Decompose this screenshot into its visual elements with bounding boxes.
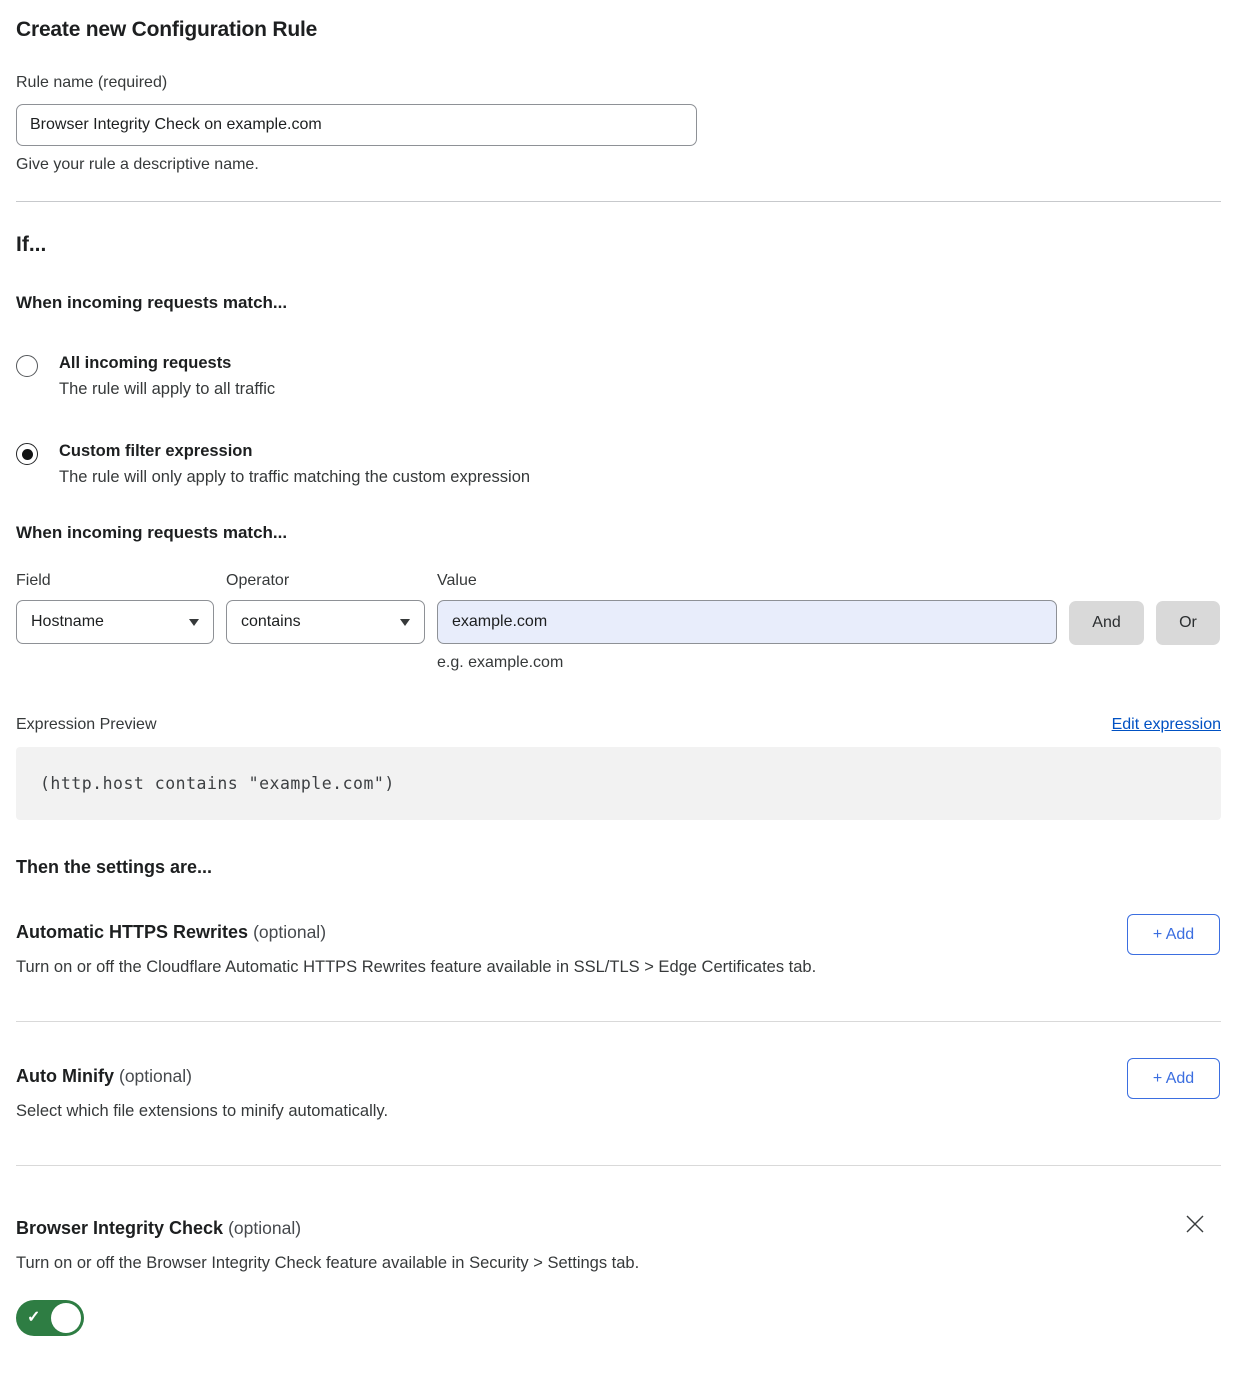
radio-label: Custom filter expression — [59, 442, 530, 461]
or-button[interactable]: Or — [1156, 601, 1220, 645]
setting-description: Turn on or off the Browser Integrity Che… — [16, 1254, 1066, 1273]
setting-title: Browser Integrity Check — [16, 1218, 223, 1238]
setting-optional-tag: (optional) — [119, 1066, 192, 1086]
expression-preview-row: Expression Preview Edit expression — [16, 716, 1221, 734]
close-icon — [1183, 1212, 1207, 1236]
radio-option-all-incoming-requests[interactable]: All incoming requests The rule will appl… — [16, 354, 1221, 399]
expression-builder-heading: When incoming requests match... — [16, 523, 1221, 543]
operator-select-value: contains — [241, 613, 301, 631]
setting-description: Turn on or off the Cloudflare Automatic … — [16, 958, 1066, 977]
radio-button-unchecked[interactable] — [16, 355, 38, 377]
setting-title: Automatic HTTPS Rewrites — [16, 922, 248, 942]
rule-name-input[interactable] — [16, 104, 697, 146]
setting-title: Auto Minify — [16, 1066, 114, 1086]
radio-label: All incoming requests — [59, 354, 275, 373]
setting-row-automatic-https-rewrites: Automatic HTTPS Rewrites (optional) Turn… — [16, 878, 1221, 1022]
add-setting-button[interactable]: + Add — [1127, 914, 1220, 955]
rule-name-helper: Give your rule a descriptive name. — [16, 156, 1221, 174]
check-icon: ✓ — [27, 1308, 40, 1328]
remove-setting-button[interactable] — [1183, 1212, 1207, 1236]
radio-description: The rule will only apply to traffic matc… — [59, 468, 530, 487]
edit-expression-link[interactable]: Edit expression — [1112, 716, 1221, 734]
expression-preview-code: (http.host contains "example.com") — [16, 747, 1221, 820]
radio-button-checked[interactable] — [16, 443, 38, 465]
setting-optional-tag: (optional) — [228, 1218, 301, 1238]
operator-select[interactable]: contains — [226, 600, 425, 644]
toggle-knob — [51, 1303, 81, 1333]
request-match-radio-group: All incoming requests The rule will appl… — [16, 354, 1221, 487]
expression-builder-row: Field Hostname Operator contains Value e… — [16, 572, 1221, 672]
value-input[interactable] — [437, 600, 1057, 644]
setting-row-auto-minify: Auto Minify (optional) Select which file… — [16, 1022, 1221, 1166]
field-label: Field — [16, 572, 226, 590]
add-setting-button[interactable]: + Add — [1127, 1058, 1220, 1099]
field-select-value: Hostname — [31, 613, 104, 631]
rule-name-label: Rule name (required) — [16, 74, 1221, 92]
page-title: Create new Configuration Rule — [16, 18, 1221, 42]
when-requests-match-heading: When incoming requests match... — [16, 293, 1221, 313]
expression-preview-label: Expression Preview — [16, 716, 157, 734]
value-helper: e.g. example.com — [437, 654, 1057, 672]
value-label: Value — [437, 572, 1057, 590]
section-divider — [16, 201, 1221, 202]
if-heading: If... — [16, 233, 1221, 257]
chevron-down-icon — [400, 619, 410, 626]
operator-label: Operator — [226, 572, 437, 590]
create-configuration-rule-form: Create new Configuration Rule Rule name … — [16, 18, 1221, 1380]
and-button[interactable]: And — [1069, 601, 1144, 645]
field-select[interactable]: Hostname — [16, 600, 214, 644]
setting-description: Select which file extensions to minify a… — [16, 1102, 1066, 1121]
radio-option-custom-filter-expression[interactable]: Custom filter expression The rule will o… — [16, 442, 1221, 487]
radio-description: The rule will apply to all traffic — [59, 380, 275, 399]
chevron-down-icon — [189, 619, 199, 626]
setting-optional-tag: (optional) — [253, 922, 326, 942]
setting-row-browser-integrity-check: Browser Integrity Check (optional) Turn … — [16, 1166, 1221, 1380]
browser-integrity-check-toggle[interactable]: ✓ — [16, 1300, 84, 1336]
then-settings-heading: Then the settings are... — [16, 857, 1221, 878]
